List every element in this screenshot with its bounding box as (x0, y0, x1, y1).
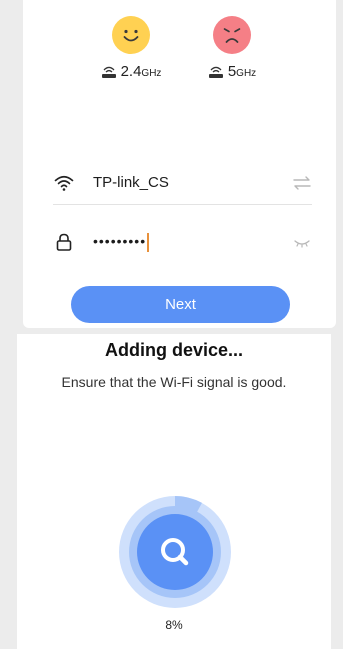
band-5ghz-label: 5GHz (197, 63, 267, 80)
sad-face-icon (213, 16, 251, 54)
band-24ghz-value: 2.4 (120, 63, 142, 80)
band-5ghz: 5GHz (197, 16, 267, 80)
band-5ghz-unit: GHz (236, 68, 257, 79)
password-field[interactable]: ••••••••• (53, 220, 312, 264)
progress-percent: 8% (165, 618, 183, 632)
page-subtitle: Ensure that the Wi-Fi signal is good. (61, 374, 287, 390)
password-dots: ••••••••• (93, 232, 147, 249)
band-24ghz-unit: GHz (141, 68, 162, 79)
wifi-icon (54, 173, 74, 193)
band-24ghz-label: 2.4GHz (96, 63, 166, 80)
router-icon (101, 65, 117, 79)
next-button[interactable]: Next (71, 286, 290, 323)
router-icon (208, 65, 224, 79)
switch-network-icon[interactable] (292, 175, 312, 191)
ssid-field[interactable]: TP-link_CS (53, 161, 312, 205)
page-title: Adding device... (104, 340, 244, 360)
progress-ring-core (137, 514, 213, 590)
adding-device-panel: Adding device... Ensure that the Wi-Fi s… (17, 334, 331, 649)
progress-ring (119, 496, 231, 608)
text-caret (147, 232, 150, 252)
lock-icon (54, 232, 74, 252)
happy-face-icon (112, 16, 150, 54)
wifi-setup-panel: 2.4GHz 5GHz TP-link_CS ••••••••• Next (23, 0, 336, 328)
band-24ghz: 2.4GHz (96, 16, 166, 80)
band-5ghz-value: 5 (227, 63, 237, 80)
eye-closed-icon[interactable] (292, 234, 312, 250)
password-value[interactable]: ••••••••• (93, 232, 292, 252)
ssid-value[interactable]: TP-link_CS (93, 174, 292, 191)
